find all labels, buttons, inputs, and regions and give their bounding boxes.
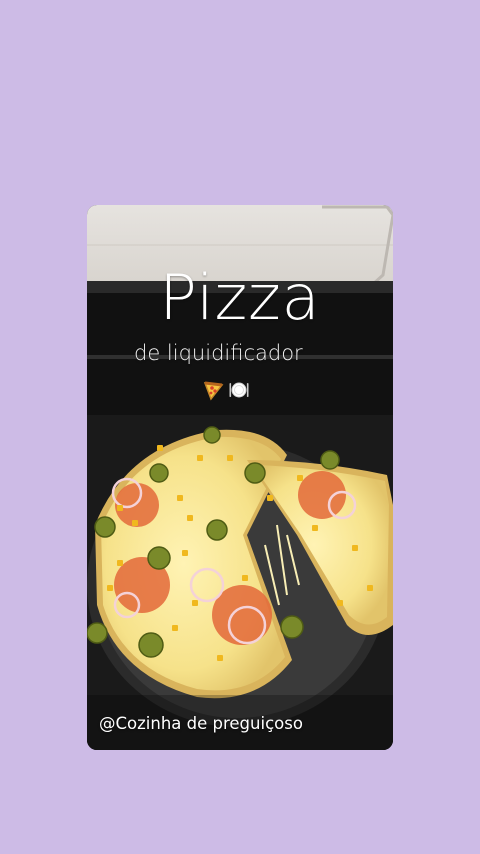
emoji-row [202,379,250,401]
creator-handle[interactable]: @Cozinha de preguiçoso [99,714,303,733]
story-subtitle: de liquidificador [134,341,303,365]
plate-cutlery-icon [229,382,249,398]
story-card[interactable]: Pizza de liquidificador @Cozinha de preg… [87,205,393,750]
pizza-icon [203,381,224,401]
story-title: Pizza [159,261,321,334]
